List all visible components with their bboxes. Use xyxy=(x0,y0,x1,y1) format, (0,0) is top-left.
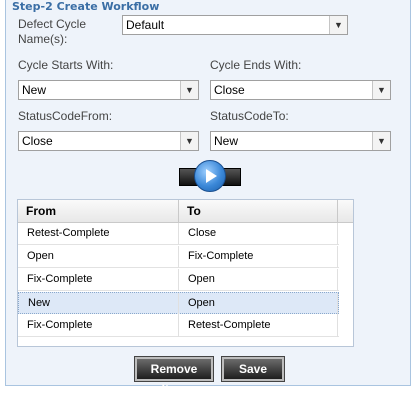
cycle-starts-select[interactable]: New ▼ xyxy=(18,80,199,100)
cell-from: Fix-Complete xyxy=(27,273,93,285)
chevron-down-icon[interactable]: ▼ xyxy=(329,16,347,34)
status-to-value: New xyxy=(214,134,239,148)
table-row[interactable]: Fix-Complete Retest-Complete xyxy=(18,315,339,337)
save-button[interactable]: Save xyxy=(221,356,285,382)
cycle-ends-value: Close xyxy=(214,83,245,97)
status-from-label: StatusCodeFrom: xyxy=(18,109,113,123)
defect-cycle-select[interactable]: Default ▼ xyxy=(122,15,348,35)
column-header-to[interactable]: To xyxy=(179,200,337,222)
chevron-down-icon[interactable]: ▼ xyxy=(372,132,390,150)
defect-cycle-label-line2: Name(s): xyxy=(18,32,68,46)
chevron-down-icon[interactable]: ▼ xyxy=(180,132,198,150)
workflow-grid: From To Retest-Complete Close Open Fix-C… xyxy=(17,199,354,347)
cell-from: New xyxy=(28,297,51,309)
cell-to: Retest-Complete xyxy=(188,319,271,331)
cell-from: Retest-Complete xyxy=(27,227,110,239)
defect-cycle-label: Defect Cycle Name(s): xyxy=(18,17,86,47)
column-header-from[interactable]: From xyxy=(18,200,178,222)
cycle-ends-select[interactable]: Close ▼ xyxy=(210,80,391,100)
table-row[interactable]: Open Fix-Complete xyxy=(18,246,339,268)
chevron-down-icon[interactable]: ▼ xyxy=(180,81,198,99)
cycle-ends-label: Cycle Ends With: xyxy=(210,58,302,72)
cell-from: Open xyxy=(27,250,54,262)
add-transition-button[interactable] xyxy=(179,160,241,192)
defect-cycle-value: Default xyxy=(126,18,165,32)
table-row-selected[interactable]: New Open xyxy=(18,292,339,315)
remove-item-button[interactable]: Remove Item xyxy=(134,356,214,396)
play-icon[interactable] xyxy=(194,160,226,192)
cell-to: Open xyxy=(188,273,215,285)
panel-title: Step-2 Create Workflow xyxy=(10,0,162,14)
cell-to: Close xyxy=(188,227,217,239)
status-to-select[interactable]: New ▼ xyxy=(210,131,391,151)
status-from-select[interactable]: Close ▼ xyxy=(18,131,199,151)
cell-to: Open xyxy=(188,297,215,309)
cell-to: Fix-Complete xyxy=(188,250,254,262)
grid-header: From To xyxy=(18,200,353,223)
cell-from: Fix-Complete xyxy=(27,319,93,331)
chevron-down-icon[interactable]: ▼ xyxy=(372,81,390,99)
defect-cycle-label-line1: Defect Cycle xyxy=(18,17,87,31)
cycle-starts-label: Cycle Starts With: xyxy=(18,58,114,72)
table-row[interactable]: Fix-Complete Open xyxy=(18,269,339,291)
status-to-label: StatusCodeTo: xyxy=(210,109,289,123)
status-from-value: Close xyxy=(22,134,53,148)
table-row[interactable]: Retest-Complete Close xyxy=(18,223,339,245)
cycle-starts-value: New xyxy=(22,83,47,97)
